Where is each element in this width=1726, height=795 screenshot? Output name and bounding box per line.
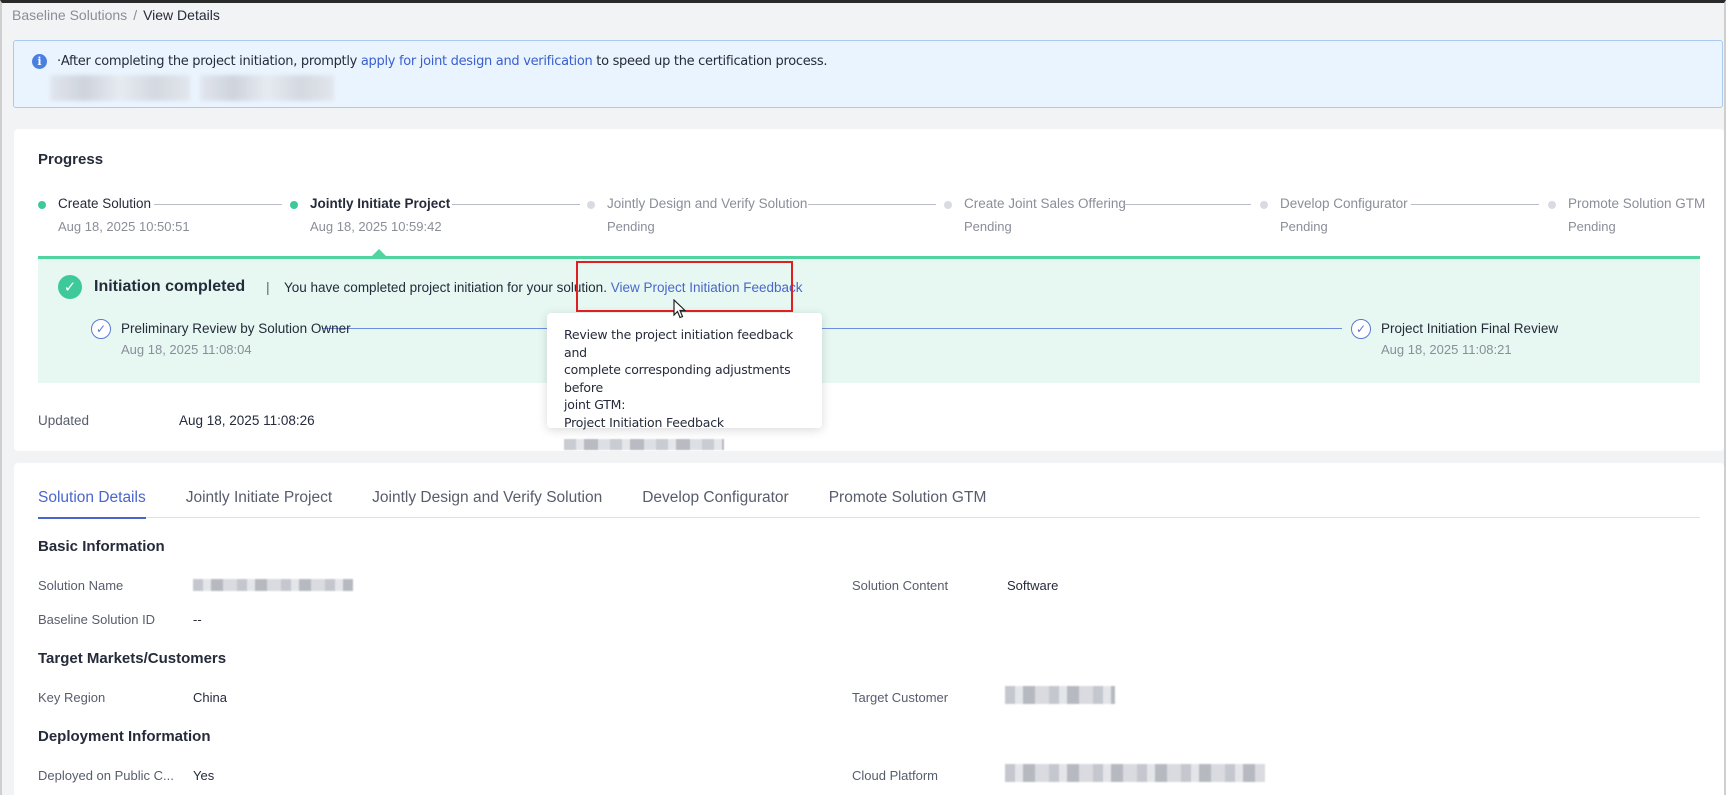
review-date: Aug 18, 2025 11:08:21	[1381, 342, 1512, 357]
status-divider: |	[266, 279, 270, 295]
mouse-cursor-icon	[673, 299, 687, 319]
solution-id-label: Baseline Solution ID	[38, 612, 156, 627]
step-title: Create Joint Sales Offering	[964, 196, 1126, 211]
tab-jointly-design-verify[interactable]: Jointly Design and Verify Solution	[372, 489, 602, 518]
notice-text: ·After completing the project initiation…	[57, 54, 828, 69]
solution-id-value: --	[193, 612, 202, 627]
info-notice: i ·After completing the project initiati…	[13, 40, 1723, 108]
feedback-tooltip: Review the project initiation feedback a…	[547, 313, 822, 450]
step-dot	[290, 201, 298, 209]
public-cloud-value: Yes	[193, 768, 215, 783]
cloud-platform-label: Cloud Platform	[852, 768, 938, 783]
updated-value: Aug 18, 2025 11:08:26	[179, 413, 315, 428]
redacted-target-customer	[1005, 686, 1115, 704]
breadcrumb-separator: /	[133, 7, 138, 23]
redacted-text	[50, 75, 190, 101]
apply-joint-design-link[interactable]: apply for joint design and verification	[361, 54, 593, 69]
key-region-label: Key Region	[38, 690, 106, 705]
step-jointly-design-verify: Jointly Design and Verify Solution Pendi…	[587, 196, 808, 234]
check-icon: ✓	[1351, 319, 1371, 339]
step-status: Pending	[964, 219, 1012, 234]
tab-develop-configurator[interactable]: Develop Configurator	[642, 489, 788, 518]
review-connector	[322, 328, 1342, 329]
step-dot	[1548, 201, 1556, 209]
review-title: Preliminary Review by Solution Owner	[121, 321, 351, 336]
status-message: You have completed project initiation fo…	[284, 280, 611, 295]
progress-card: Progress Create Solution Aug 18, 2025 10…	[14, 129, 1724, 451]
details-tabs: Solution Details Jointly Initiate Projec…	[38, 489, 1700, 519]
step-title: Promote Solution GTM	[1568, 196, 1706, 211]
step-title: Develop Configurator	[1280, 196, 1408, 211]
redacted-feedback-file[interactable]	[564, 439, 724, 450]
breadcrumb: Baseline Solutions / View Details	[12, 7, 220, 23]
solution-details-card: Solution Details Jointly Initiate Projec…	[14, 463, 1724, 795]
solution-content-value: Software	[1007, 578, 1059, 593]
step-title: Jointly Initiate Project	[310, 196, 451, 211]
breadcrumb-parent[interactable]: Baseline Solutions	[12, 7, 127, 23]
view-feedback-link[interactable]: View Project Initiation Feedback	[611, 280, 803, 295]
step-dot	[944, 201, 952, 209]
deployment-info-title: Deployment Information	[38, 728, 211, 745]
step-dot	[1260, 201, 1268, 209]
tab-jointly-initiate-project[interactable]: Jointly Initiate Project	[186, 489, 332, 518]
step-date: Aug 18, 2025 10:59:42	[310, 219, 442, 234]
solution-content-label: Solution Content	[852, 578, 949, 593]
step-connector	[452, 204, 580, 205]
tooltip-line: Review the project initiation feedback a…	[564, 327, 794, 360]
info-icon: i	[32, 54, 47, 69]
target-markets-title: Target Markets/Customers	[38, 650, 227, 667]
tab-solution-details[interactable]: Solution Details	[38, 489, 146, 519]
redacted-cloud-platform	[1005, 764, 1265, 782]
check-circle-icon: ✓	[58, 275, 82, 299]
breadcrumb-current: View Details	[143, 7, 220, 23]
review-title: Project Initiation Final Review	[1381, 321, 1559, 336]
step-date: Aug 18, 2025 10:50:51	[58, 219, 190, 234]
check-icon: ✓	[91, 319, 111, 339]
updated-label: Updated	[38, 413, 90, 428]
step-connector	[808, 204, 936, 205]
step-develop-configurator: Develop Configurator Pending	[1260, 196, 1408, 234]
step-status: Pending	[1280, 219, 1328, 234]
redacted-text	[200, 75, 334, 101]
step-status: Pending	[1568, 219, 1616, 234]
redacted-solution-name	[193, 579, 353, 591]
initiation-status-panel: ✓ Initiation completed | You have comple…	[38, 256, 1700, 383]
step-promote-solution-gtm: Promote Solution GTM Pending	[1548, 196, 1706, 234]
target-customer-label: Target Customer	[852, 690, 949, 705]
tooltip-feedback-label: Project Initiation Feedback	[564, 414, 724, 430]
tab-promote-solution-gtm[interactable]: Promote Solution GTM	[829, 489, 987, 518]
step-connector	[1411, 204, 1539, 205]
key-region-value: China	[193, 690, 227, 705]
step-dot	[587, 201, 595, 209]
review-date: Aug 18, 2025 11:08:04	[121, 342, 252, 357]
step-connector	[154, 204, 282, 205]
notice-prefix: ·After completing the project initiation…	[57, 54, 361, 69]
status-title: Initiation completed	[94, 278, 246, 295]
step-jointly-initiate-project: Jointly Initiate Project Aug 18, 2025 10…	[290, 196, 451, 234]
progress-title: Progress	[38, 151, 104, 168]
step-create-solution: Create Solution Aug 18, 2025 10:50:51	[38, 196, 190, 234]
step-connector	[1123, 204, 1251, 205]
public-cloud-label: Deployed on Public C...	[38, 768, 174, 783]
status-text: You have completed project initiation fo…	[284, 280, 803, 295]
notice-suffix: to speed up the certification process.	[592, 54, 828, 69]
step-dot	[38, 201, 46, 209]
step-status: Pending	[607, 219, 655, 234]
tooltip-line: complete corresponding adjustments befor…	[564, 362, 791, 395]
solution-name-label: Solution Name	[38, 578, 124, 593]
basic-info-title: Basic Information	[38, 538, 165, 555]
step-create-joint-sales-offering: Create Joint Sales Offering Pending	[944, 196, 1126, 234]
tooltip-line: joint GTM:	[564, 397, 626, 412]
step-title: Jointly Design and Verify Solution	[607, 196, 808, 211]
